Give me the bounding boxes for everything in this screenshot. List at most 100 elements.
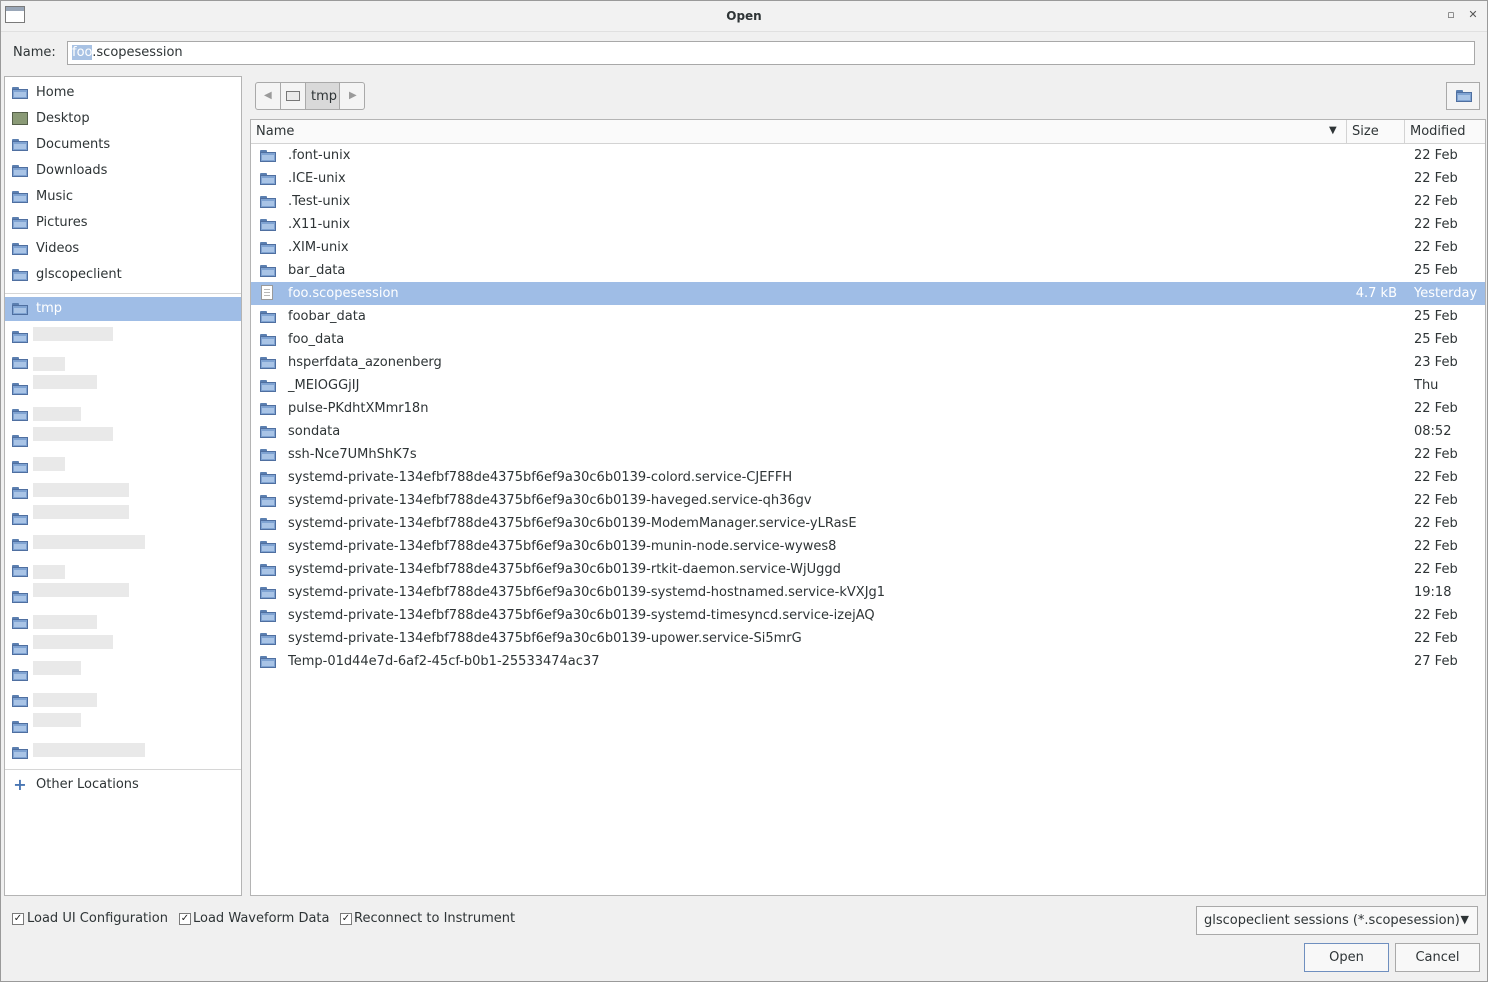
cancel-button[interactable]: Cancel — [1395, 943, 1480, 972]
sidebar-item-home[interactable]: Home — [5, 81, 241, 105]
file-row[interactable]: pulse-PKdhtXMmr18n 22 Feb — [251, 397, 1485, 420]
file-modified: 23 Feb — [1414, 355, 1458, 370]
sidebar-item-pictures[interactable]: Pictures — [5, 211, 241, 235]
folder-icon — [260, 541, 276, 553]
column-name-header[interactable]: Name — [256, 124, 294, 139]
sidebar-item-bookmark[interactable] — [5, 741, 241, 765]
create-folder-button[interactable] — [1446, 82, 1480, 110]
sidebar-item-documents[interactable]: Documents — [5, 133, 241, 157]
sidebar-item-desktop[interactable]: Desktop — [5, 107, 241, 131]
folder-icon — [260, 633, 276, 645]
redacted-label — [33, 583, 129, 597]
file-row[interactable]: systemd-private-134efbf788de4375bf6ef9a3… — [251, 604, 1485, 627]
file-row[interactable]: .Test-unix 22 Feb — [251, 190, 1485, 213]
title-bar[interactable]: Open ▫ ✕ — [1, 1, 1487, 32]
sidebar-item-videos[interactable]: Videos — [5, 237, 241, 261]
file-row[interactable]: foobar_data 25 Feb — [251, 305, 1485, 328]
file-row[interactable]: systemd-private-134efbf788de4375bf6ef9a3… — [251, 535, 1485, 558]
file-row[interactable]: .XIM-unix 22 Feb — [251, 236, 1485, 259]
file-modified: 22 Feb — [1414, 401, 1458, 416]
sidebar-item-glscopeclient[interactable]: glscopeclient — [5, 263, 241, 287]
sidebar-item-bookmark[interactable] — [5, 375, 241, 401]
file-filter-dropdown[interactable]: glscopeclient sessions (*.scopesession) … — [1196, 906, 1478, 935]
sidebar-item-bookmark[interactable] — [5, 559, 241, 583]
file-row[interactable]: sondata 08:52 — [251, 420, 1485, 443]
load-waveform-data-checkbox[interactable]: ✓ — [179, 913, 191, 925]
path-forward-button[interactable]: ▶ — [339, 82, 365, 110]
folder-icon — [260, 518, 276, 530]
redacted-label — [33, 565, 65, 579]
file-row[interactable]: bar_data 25 Feb — [251, 259, 1485, 282]
redacted-label — [33, 407, 81, 421]
path-segment-tmp[interactable]: tmp — [305, 82, 340, 110]
sidebar-item-bookmark[interactable] — [5, 403, 241, 427]
sidebar-item-bookmark[interactable] — [5, 611, 241, 635]
file-row[interactable]: foo.scopesession 4.7 kB Yesterday — [251, 282, 1485, 305]
file-modified: 27 Feb — [1414, 654, 1458, 669]
file-modified: 25 Feb — [1414, 263, 1458, 278]
file-modified: 25 Feb — [1414, 309, 1458, 324]
file-name: systemd-private-134efbf788de4375bf6ef9a3… — [288, 470, 793, 485]
sidebar-item-bookmark[interactable] — [5, 661, 241, 687]
sidebar-item-bookmark[interactable] — [5, 713, 241, 739]
folder-icon — [260, 495, 276, 507]
sidebar-item-bookmark[interactable] — [5, 481, 241, 505]
redacted-label — [33, 693, 97, 707]
sidebar-item-other-locations[interactable]: + Other Locations — [5, 773, 241, 797]
file-row[interactable]: systemd-private-134efbf788de4375bf6ef9a3… — [251, 558, 1485, 581]
redacted-label — [33, 661, 81, 675]
reconnect-instrument-label: Reconnect to Instrument — [354, 911, 516, 926]
sidebar-item-bookmark[interactable] — [5, 455, 241, 479]
folder-icon — [12, 165, 28, 177]
sidebar-item-downloads[interactable]: Downloads — [5, 159, 241, 183]
file-row[interactable]: systemd-private-134efbf788de4375bf6ef9a3… — [251, 489, 1485, 512]
column-modified-header[interactable]: Modified — [1410, 124, 1465, 139]
file-row[interactable]: .font-unix 22 Feb — [251, 144, 1485, 167]
load-ui-config-checkbox[interactable]: ✓ — [12, 913, 24, 925]
sidebar-item-bookmark[interactable] — [5, 505, 241, 531]
folder-icon — [260, 311, 276, 323]
sidebar-item-bookmark[interactable] — [5, 583, 241, 609]
close-icon[interactable]: ✕ — [1466, 8, 1480, 22]
sidebar-item-bookmark[interactable] — [5, 427, 241, 453]
reconnect-instrument-checkbox[interactable]: ✓ — [340, 913, 352, 925]
file-row[interactable]: systemd-private-134efbf788de4375bf6ef9a3… — [251, 466, 1485, 489]
file-name: systemd-private-134efbf788de4375bf6ef9a3… — [288, 585, 886, 600]
chevron-down-icon: ▼ — [1460, 913, 1469, 926]
chevron-left-icon: ◀ — [264, 90, 272, 101]
file-row[interactable]: foo_data 25 Feb — [251, 328, 1485, 351]
file-name: bar_data — [288, 263, 346, 278]
file-row[interactable]: systemd-private-134efbf788de4375bf6ef9a3… — [251, 627, 1485, 650]
folder-icon — [260, 472, 276, 484]
file-row[interactable]: Temp-01d44e7d-6af2-45cf-b0b1-25533474ac3… — [251, 650, 1485, 673]
file-modified: 22 Feb — [1414, 148, 1458, 163]
sidebar-item-bookmark[interactable] — [5, 533, 241, 557]
file-row[interactable]: .ICE-unix 22 Feb — [251, 167, 1485, 190]
places-sidebar: Home Desktop Documents Downloads Music P… — [4, 76, 242, 896]
folder-icon — [260, 380, 276, 392]
path-root-button[interactable] — [280, 82, 306, 110]
sidebar-item-tmp[interactable]: tmp — [5, 297, 241, 321]
file-name: Temp-01d44e7d-6af2-45cf-b0b1-25533474ac3… — [288, 654, 600, 669]
file-row[interactable]: hsperfdata_azonenberg 23 Feb — [251, 351, 1485, 374]
folder-icon — [12, 331, 28, 343]
file-modified: 22 Feb — [1414, 447, 1458, 462]
file-row[interactable]: systemd-private-134efbf788de4375bf6ef9a3… — [251, 581, 1485, 604]
name-input[interactable]: foo.scopesession — [67, 41, 1475, 65]
maximize-icon[interactable]: ▫ — [1444, 8, 1458, 22]
home-folder-icon — [12, 87, 28, 99]
open-button[interactable]: Open — [1304, 943, 1389, 972]
sidebar-item-bookmark[interactable] — [5, 351, 241, 375]
file-row[interactable]: .X11-unix 22 Feb — [251, 213, 1485, 236]
sidebar-item-bookmark[interactable] — [5, 689, 241, 713]
file-row[interactable]: systemd-private-134efbf788de4375bf6ef9a3… — [251, 512, 1485, 535]
sidebar-item-bookmark[interactable] — [5, 325, 241, 349]
name-label: Name: — [13, 45, 56, 60]
file-row[interactable]: _MEIOGGjIJ Thu — [251, 374, 1485, 397]
file-row[interactable]: ssh-Nce7UMhShK7s 22 Feb — [251, 443, 1485, 466]
column-size-header[interactable]: Size — [1352, 124, 1379, 139]
path-back-button[interactable]: ◀ — [255, 82, 281, 110]
sidebar-item-music[interactable]: Music — [5, 185, 241, 209]
sidebar-item-bookmark[interactable] — [5, 635, 241, 661]
sidebar-item-label: Downloads — [36, 163, 108, 178]
